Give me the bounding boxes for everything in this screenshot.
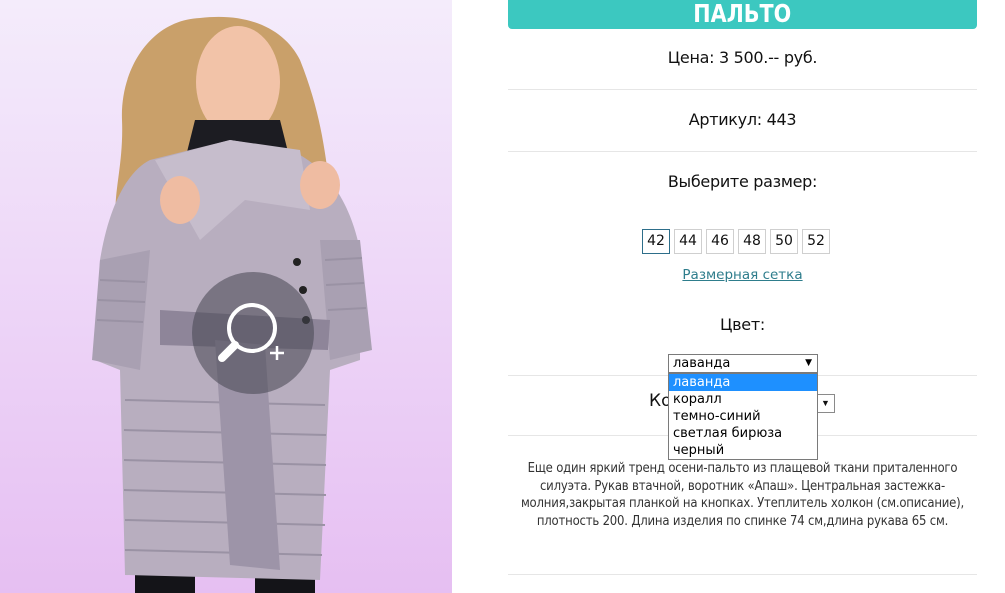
size-selector: 42 44 46 48 50 52 (642, 229, 830, 254)
quantity-select[interactable]: ▼ (816, 394, 835, 413)
sku-label: Артикул: 443 (688, 110, 797, 129)
size-option-52[interactable]: 52 (802, 229, 830, 254)
size-option-50[interactable]: 50 (770, 229, 798, 254)
color-select-value: лаванда (673, 356, 731, 371)
choose-size-label: Выберите размер: (667, 172, 818, 191)
color-option-light-turquoise[interactable]: светлая бирюза (669, 425, 817, 442)
color-dropdown-list: лаванда коралл темно-синий светлая бирюз… (668, 373, 818, 460)
product-description: Еще один яркий тренд осени-пальто из пла… (520, 461, 965, 529)
color-select[interactable]: лаванда ▼ (668, 354, 818, 373)
size-option-46[interactable]: 46 (706, 229, 734, 254)
color-option-lavender[interactable]: лаванда (669, 374, 817, 391)
size-chart-link[interactable]: Размерная сетка (508, 267, 977, 283)
size-option-42[interactable]: 42 (642, 229, 670, 254)
triangle-down-icon: ▼ (821, 398, 830, 408)
divider (508, 574, 977, 575)
triangle-down-icon: ▼ (805, 358, 812, 368)
product-title-bar: ПАЛЬТО (508, 0, 977, 29)
color-option-navy[interactable]: темно-синий (669, 408, 817, 425)
divider (508, 89, 977, 90)
product-image[interactable] (0, 0, 452, 593)
size-option-44[interactable]: 44 (674, 229, 702, 254)
color-option-black[interactable]: черный (669, 442, 817, 459)
product-title: ПАЛЬТО (693, 0, 792, 28)
price-label: Цена: 3 500.-- руб. (667, 48, 818, 67)
zoom-in-icon (218, 303, 284, 362)
divider (508, 151, 977, 152)
zoom-button[interactable] (192, 272, 314, 394)
size-option-48[interactable]: 48 (738, 229, 766, 254)
color-label: Цвет: (720, 315, 765, 334)
color-option-coral[interactable]: коралл (669, 391, 817, 408)
